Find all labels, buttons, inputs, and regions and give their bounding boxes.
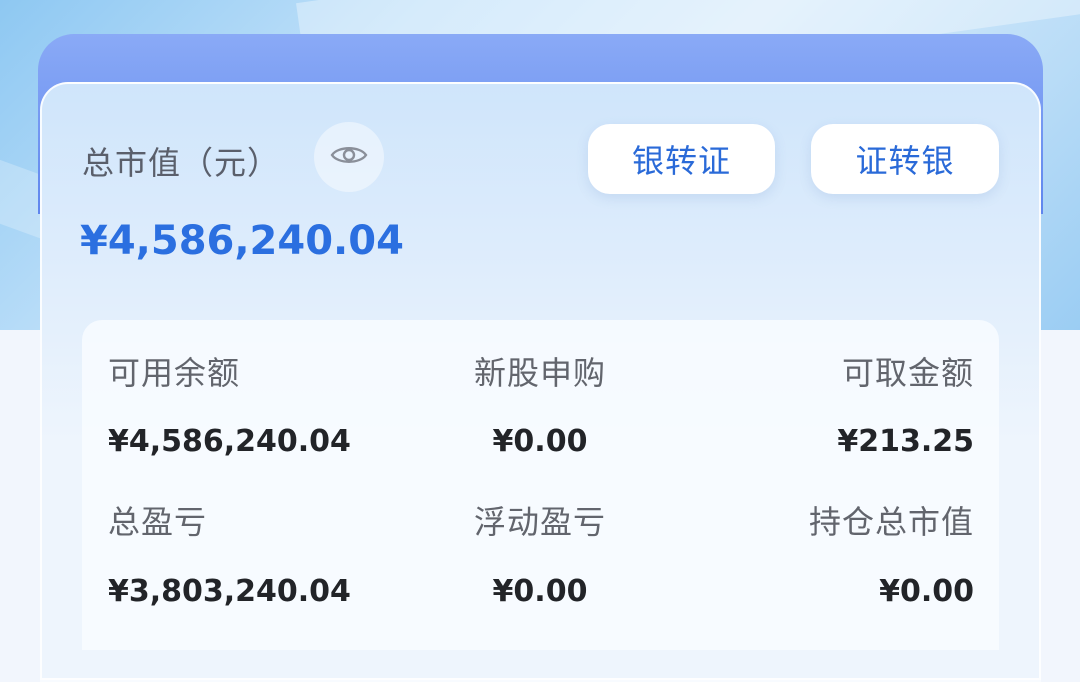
total-pnl-value: ¥3,803,240.04 xyxy=(108,574,351,609)
eye-icon xyxy=(330,143,368,171)
position-value-label: 持仓总市值 xyxy=(808,503,974,541)
available-balance-value: ¥4,586,240.04 xyxy=(108,424,351,459)
ipo-subscription-label: 新股申购 xyxy=(473,354,607,392)
total-market-value-label: 总市值（元） xyxy=(82,144,281,182)
withdrawable-label: 可取金额 xyxy=(841,354,974,392)
position-value-value: ¥0.00 xyxy=(879,574,974,609)
toggle-visibility-button[interactable] xyxy=(314,122,384,192)
bank-to-securities-button[interactable]: 银转证 xyxy=(588,124,775,194)
securities-to-bank-button[interactable]: 证转银 xyxy=(811,124,999,194)
available-balance-label: 可用余额 xyxy=(108,354,241,392)
floating-pnl-value: ¥0.00 xyxy=(492,574,588,609)
withdrawable-value: ¥213.25 xyxy=(837,424,974,459)
ipo-subscription-value: ¥0.00 xyxy=(492,424,588,459)
total-market-value: ¥4,586,240.04 xyxy=(80,218,404,264)
total-pnl-label: 总盈亏 xyxy=(108,503,208,541)
floating-pnl-label: 浮动盈亏 xyxy=(473,503,607,541)
